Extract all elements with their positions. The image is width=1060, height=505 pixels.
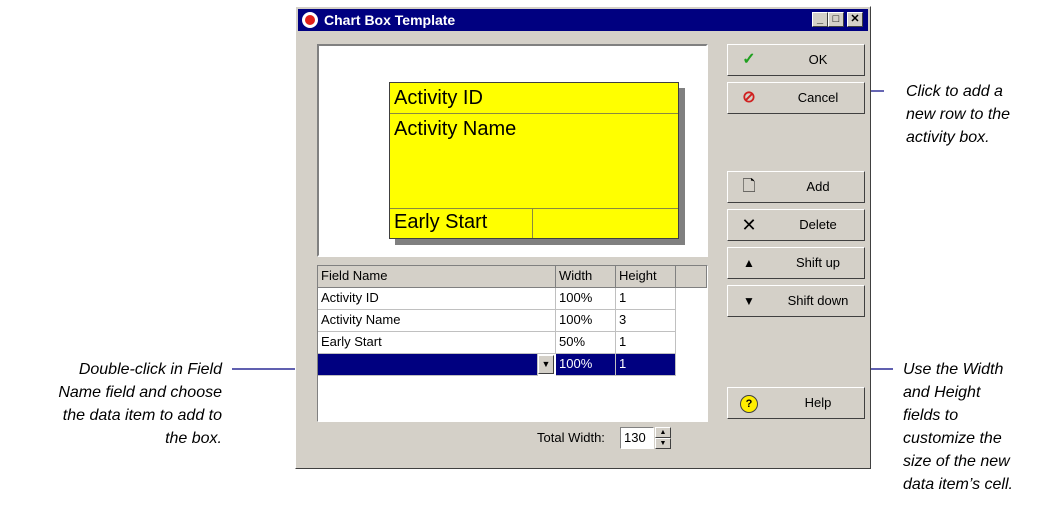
field-callout: Double-click in Field Name field and cho… [0,358,222,450]
cancel-icon: ⊘ [742,89,756,106]
column-header-field-name[interactable]: Field Name [318,266,556,288]
add-label: Add [806,179,830,194]
help-icon: ? [740,395,758,413]
size-callout-line1: Use the Width [903,361,1004,378]
column-header-width[interactable]: Width [556,266,616,288]
triangle-down-icon: ▼ [743,294,755,308]
cell-width[interactable]: 50% [556,332,616,354]
add-callout-line2: new row to the [906,106,1011,123]
cell-width[interactable]: 100% [556,288,616,310]
cell-field-name[interactable]: Activity Name [318,310,556,332]
delete-button[interactable]: ✕ Delete [727,209,865,241]
field-callout-line3: the data item to add to [62,407,222,424]
ok-label: OK [808,52,828,67]
activity-box: Activity ID Activity Name Early Start [389,82,679,239]
add-button[interactable]: 🗋 Add [727,171,865,203]
chevron-down-icon[interactable]: ▼ [538,355,554,374]
shift-down-label: Shift down [787,293,849,308]
activity-id-cell: Activity ID [394,87,483,109]
size-callout-line2: and Height [903,384,981,401]
window-title: Chart Box Template [324,12,456,28]
shift-up-label: Shift up [795,255,841,270]
help-button[interactable]: ? Help [727,387,865,419]
column-header-height[interactable]: Height [616,266,676,288]
cell-width[interactable]: 100% [556,310,616,332]
early-start-cell: Early Start [394,211,488,233]
column-header-blank [676,266,707,288]
cell-height-selected[interactable]: 1 [616,354,676,376]
cancel-button[interactable]: ⊘ Cancel [727,82,865,114]
total-width-label: Total Width: [537,430,605,445]
cell-field-name[interactable]: Activity ID [318,288,556,310]
cell-height[interactable]: 3 [616,310,676,332]
add-callout-line1: Click to add a [906,83,1003,100]
ok-button[interactable]: ✓ OK [727,44,865,76]
cell-width-selected[interactable]: 100% [556,354,616,376]
size-callout-line4: customize the [903,430,1002,447]
size-callout-line3: fields to [903,407,959,424]
spin-down-icon[interactable]: ▼ [655,438,671,449]
triangle-up-icon: ▲ [743,256,755,270]
cell-height[interactable]: 1 [616,288,676,310]
field-callout-line4: the box. [165,430,222,447]
total-width-input[interactable]: 130 [620,427,654,449]
help-label: Help [804,395,832,410]
shift-down-button[interactable]: ▼ Shift down [727,285,865,317]
row-divider [390,208,678,209]
delete-label: Delete [799,217,837,232]
size-callout-line5: size of the new [903,453,1010,470]
field-callout-line1: Double-click in Field [78,361,222,378]
activity-name-cell: Activity Name [394,118,517,140]
total-width-spinner[interactable]: ▲ ▼ [655,427,671,449]
chart-box-template-dialog: Chart Box Template _ □ ✕ Activity ID Act… [295,6,871,469]
row-divider [390,113,678,114]
minimize-icon[interactable]: _ [812,12,828,27]
spin-up-icon[interactable]: ▲ [655,427,671,438]
shift-up-button[interactable]: ▲ Shift up [727,247,865,279]
add-callout-line3: activity box. [906,129,990,146]
cell-height[interactable]: 1 [616,332,676,354]
maximize-icon[interactable]: □ [828,12,844,27]
size-callout-line6: data item’s cell. [903,476,1013,493]
title-bar[interactable]: Chart Box Template _ □ ✕ [298,9,868,31]
size-callout: Use the Width and Height fields to custo… [903,358,1013,496]
box-preview: Activity ID Activity Name Early Start [317,44,708,257]
new-document-icon: 🗋 [742,178,756,195]
add-callout: Click to add a new row to the activity b… [906,80,1010,149]
cell-divider [532,208,533,238]
delete-x-icon: ✕ [741,215,757,235]
fields-grid: Field Name Width Height Activity ID 100%… [317,265,708,422]
field-name-dropdown[interactable] [318,354,538,376]
close-icon[interactable]: ✕ [847,12,863,27]
checkmark-icon: ✓ [742,51,756,68]
cell-field-name[interactable]: Early Start [318,332,556,354]
cancel-label: Cancel [797,90,839,105]
field-callout-line2: Name field and choose [58,384,222,401]
app-icon [302,12,318,28]
